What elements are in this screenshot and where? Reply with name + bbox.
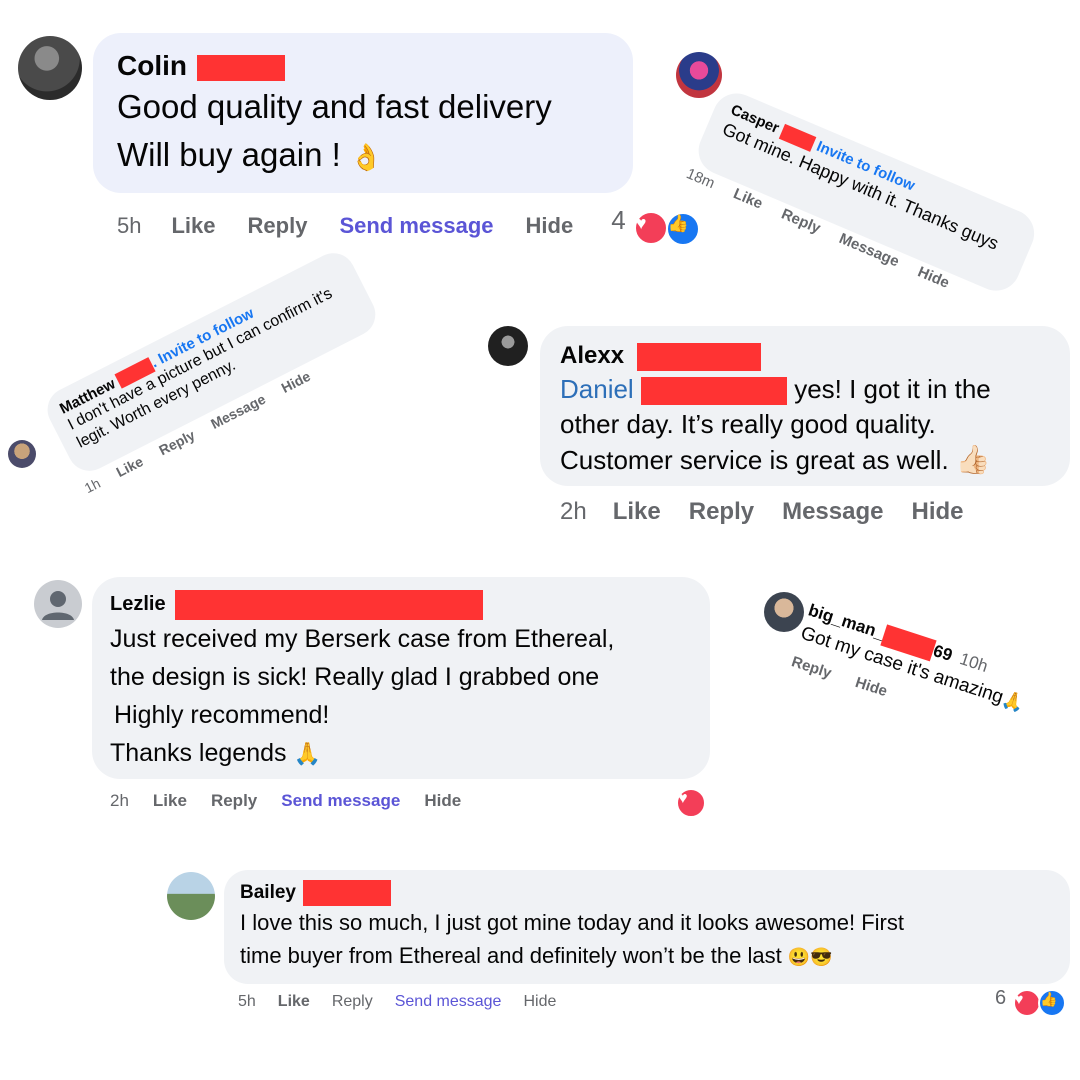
- comment-text: Customer service is great as well. 👍🏻: [560, 444, 991, 475]
- avatar-alexx[interactable]: [488, 326, 528, 366]
- message-button[interactable]: Message: [782, 498, 883, 526]
- timestamp: 2h: [110, 791, 129, 810]
- like-button[interactable]: Like: [171, 213, 215, 239]
- comment-actions-lezlie: 2h Like Reply Send message Hide ♥: [110, 788, 710, 818]
- avatar-lezlie[interactable]: [34, 580, 82, 628]
- thumbs-up-emoji: 👍🏻: [955, 444, 991, 475]
- commenter-name[interactable]: Lezlie: [110, 589, 692, 620]
- comment-bubble-lezlie: Lezlie Just received my Berserk case fro…: [92, 577, 710, 779]
- hide-button[interactable]: Hide: [853, 674, 889, 700]
- timestamp: 1h: [81, 474, 103, 497]
- commenter-name[interactable]: Alexx: [560, 340, 1050, 372]
- avatar-casper[interactable]: [676, 52, 722, 98]
- heart-reaction-icon[interactable]: ♥: [676, 788, 706, 818]
- comment-bubble-big-man: big_man_69 10h Got my case it's amazing🙏…: [789, 600, 1059, 750]
- reply-button[interactable]: Reply: [248, 213, 308, 239]
- comment-text: time buyer from Ethereal and definitely …: [240, 939, 1054, 974]
- reaction-count: 6: [994, 987, 1007, 1009]
- hide-button[interactable]: Hide: [911, 498, 963, 526]
- hide-button[interactable]: Hide: [523, 993, 556, 1011]
- reply-button[interactable]: Reply: [789, 653, 833, 682]
- like-reaction-icon: 👍: [1038, 989, 1066, 1017]
- default-user-icon: [42, 591, 74, 620]
- redaction-bar: [175, 589, 484, 620]
- comment-bubble-colin: Colin Good quality and fast delivery Wil…: [93, 33, 633, 193]
- like-button[interactable]: Like: [278, 993, 310, 1011]
- redaction-bar: [303, 880, 392, 906]
- timestamp: 5h: [117, 212, 142, 238]
- hide-button[interactable]: Hide: [424, 791, 461, 811]
- comment-matthew: Matthew . Invite to follow I don't have …: [40, 245, 397, 507]
- praying-hands-emoji: 🙏: [999, 688, 1028, 715]
- redaction-bar: [640, 377, 787, 406]
- comment-bubble-bailey: Bailey I love this so much, I just got m…: [224, 870, 1070, 984]
- comment-casper: Casper Invite to follow Got mine. Happy …: [677, 86, 1055, 337]
- mention-link[interactable]: Daniel: [560, 374, 634, 404]
- comment-text: Daniel yes! I got it in the: [560, 374, 991, 406]
- avatar-colin[interactable]: [18, 36, 82, 100]
- commenter-name[interactable]: Colin: [117, 49, 609, 83]
- reply-button[interactable]: Reply: [211, 791, 257, 811]
- comment-bubble-matthew: Matthew . Invite to follow I don't have …: [40, 245, 383, 479]
- praying-hands-emoji: 🙏: [293, 740, 321, 766]
- timestamp: 10h: [957, 649, 991, 677]
- send-message-button[interactable]: Send message: [281, 791, 400, 811]
- comment-bubble-alexx: Alexx Daniel yes! I got it in the other …: [540, 326, 1070, 486]
- avatar-big-man[interactable]: [764, 592, 804, 632]
- comment-actions-colin: 5h Like Reply Send message Hide 4 ♥ 👍: [117, 205, 700, 246]
- avatar-matthew[interactable]: [8, 440, 36, 468]
- commenter-name[interactable]: Bailey: [240, 880, 1054, 906]
- send-message-button[interactable]: Send message: [395, 993, 502, 1011]
- comment-text: the design is sick! Really glad I grabbe…: [110, 662, 600, 691]
- timestamp: 5h: [238, 993, 256, 1010]
- send-message-button[interactable]: Send message: [339, 213, 493, 239]
- comment-text: Thanks legends 🙏: [110, 734, 692, 773]
- timestamp: 2h: [560, 498, 587, 525]
- redaction-bar: [636, 342, 761, 371]
- smile-sunglasses-emoji: 😃😎: [787, 947, 833, 968]
- redaction-bar: [196, 54, 285, 81]
- comment-actions-alexx: 2h Like Reply Message Hide: [560, 498, 964, 526]
- like-button[interactable]: Like: [153, 791, 187, 811]
- comment-big-man: big_man_69 10h Got my case it's amazing🙏…: [775, 600, 1059, 794]
- heart-reaction-icon: ♥: [633, 211, 668, 245]
- reaction-count: 4: [611, 205, 626, 235]
- reply-button[interactable]: Reply: [332, 993, 373, 1011]
- like-reaction-icon: 👍: [665, 212, 700, 246]
- comment-text: I love this so much, I just got mine tod…: [240, 910, 904, 936]
- reply-button[interactable]: Reply: [689, 498, 754, 526]
- heart-reaction-icon: ♥: [1012, 989, 1041, 1017]
- comment-text: Just received my Berserk case from Ether…: [110, 624, 615, 653]
- comment-text: Highly recommend!: [114, 700, 330, 729]
- comment-actions-bailey: 5h Like Reply Send message Hide 6 ♥ 👍: [238, 987, 1066, 1017]
- reaction-summary[interactable]: 4 ♥ 👍: [611, 205, 700, 246]
- comment-text: other day. It’s really good quality.: [560, 409, 936, 439]
- like-button[interactable]: Like: [613, 498, 661, 526]
- hide-button[interactable]: Hide: [526, 213, 574, 239]
- avatar-bailey[interactable]: [167, 872, 215, 920]
- ok-hand-emoji: 👌: [349, 142, 383, 172]
- comment-text: Will buy again ! 👌: [117, 131, 609, 181]
- comment-text: Good quality and fast delivery: [117, 88, 552, 125]
- reaction-summary[interactable]: 6 ♥ 👍: [995, 987, 1066, 1017]
